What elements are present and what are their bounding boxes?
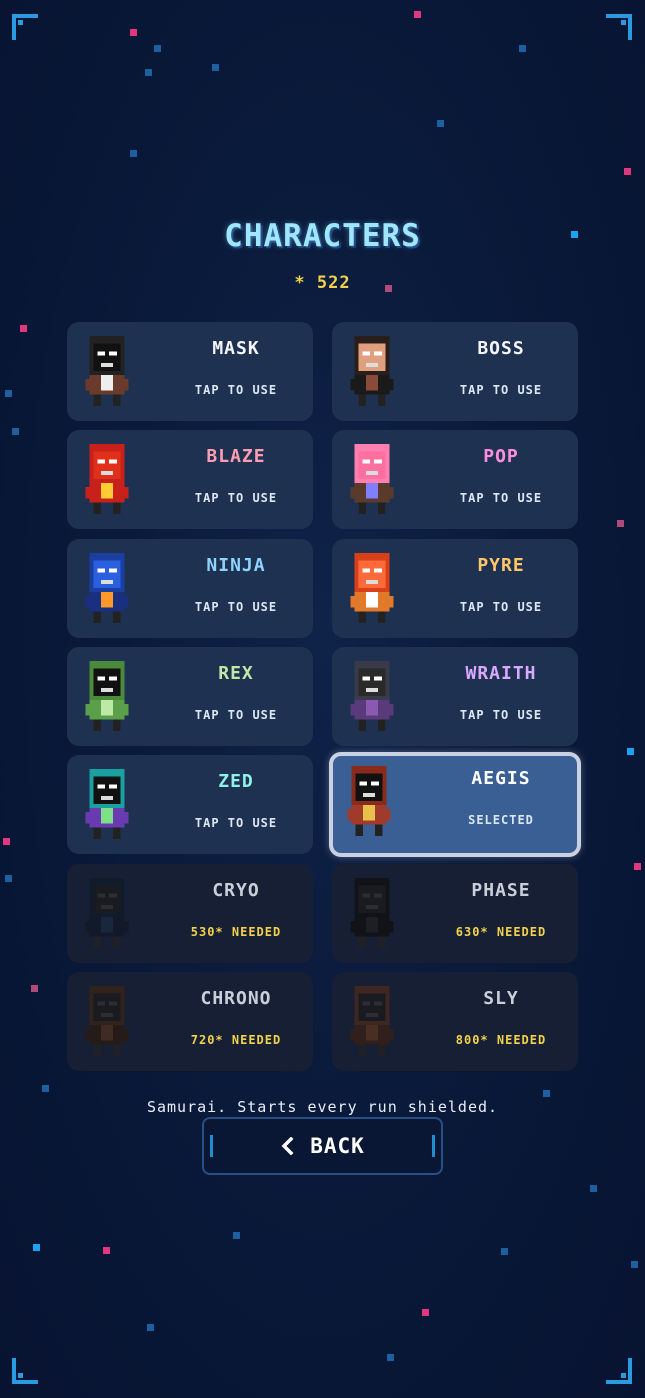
character-name: PYRE: [477, 554, 525, 576]
character-card-blaze[interactable]: BLAZE TAP TO USE: [67, 430, 313, 530]
corner-bracket-bottom-left: [12, 1356, 40, 1384]
character-name: POP: [483, 446, 519, 468]
boss-character-icon: [350, 335, 394, 407]
character-status: TAP TO USE: [194, 816, 278, 831]
phase-character-icon: [350, 877, 394, 948]
character-name: CRYO: [212, 879, 260, 901]
pop-character-icon: [350, 444, 394, 515]
character-name: CHRONO: [200, 987, 272, 1009]
character-status: TAP TO USE: [459, 707, 543, 722]
character-name: NINJA: [206, 554, 266, 576]
character-name: ZED: [218, 771, 254, 793]
character-status: 720* NEEDED: [190, 1032, 282, 1047]
character-card-pop[interactable]: POP TAP TO USE: [332, 430, 578, 530]
sly-character-icon: [350, 985, 394, 1056]
character-card-zed[interactable]: ZED TAP TO USE: [67, 755, 313, 855]
character-name: REX: [218, 662, 254, 684]
character-card-phase[interactable]: PHASE 630* NEEDED: [332, 863, 578, 963]
rex-character-icon: [85, 660, 129, 731]
button-notch-right: [432, 1135, 435, 1157]
character-status: 800* NEEDED: [455, 1032, 547, 1047]
character-card-aegis[interactable]: AEGIS SELECTED: [329, 752, 581, 858]
character-description: Samurai. Starts every run shielded.: [146, 1098, 499, 1116]
character-status: TAP TO USE: [194, 707, 278, 722]
character-card-rex[interactable]: REX TAP TO USE: [67, 646, 313, 746]
ninja-character-icon: [85, 552, 129, 623]
blaze-character-icon: [85, 444, 129, 515]
character-status: TAP TO USE: [459, 491, 543, 506]
character-status: SELECTED: [468, 813, 534, 828]
cryo-character-icon: [85, 877, 129, 948]
character-name: MASK: [212, 338, 260, 359]
mask-character-icon: [85, 335, 129, 407]
character-name: AEGIS: [471, 768, 531, 790]
page-title: CHARACTERS: [224, 218, 421, 254]
character-status: 530* NEEDED: [190, 924, 282, 939]
back-button[interactable]: BACK: [202, 1117, 443, 1175]
character-status: TAP TO USE: [194, 491, 278, 506]
corner-bracket-top-right: [604, 14, 632, 42]
character-card-pyre[interactable]: PYRE TAP TO USE: [332, 538, 578, 638]
corner-bracket-bottom-right: [604, 1356, 632, 1384]
character-status: TAP TO USE: [194, 599, 278, 614]
character-status: TAP TO USE: [194, 383, 278, 397]
wraith-character-icon: [350, 660, 394, 731]
character-status: 630* NEEDED: [455, 924, 547, 939]
corner-bracket-top-left: [12, 14, 40, 42]
character-name: BOSS: [477, 338, 525, 359]
character-name: BLAZE: [206, 446, 266, 468]
aegis-character-icon: [347, 766, 391, 837]
character-card-ninja[interactable]: NINJA TAP TO USE: [67, 538, 313, 638]
character-status: TAP TO USE: [459, 599, 543, 614]
back-button-label: BACK: [310, 1134, 365, 1158]
coin-balance: * 522: [294, 273, 351, 293]
character-status: TAP TO USE: [459, 383, 543, 397]
pyre-character-icon: [350, 552, 394, 623]
character-card-wraith[interactable]: WRAITH TAP TO USE: [332, 646, 578, 746]
zed-character-icon: [85, 769, 129, 840]
character-card-chrono[interactable]: CHRONO 720* NEEDED: [67, 971, 313, 1071]
character-name: SLY: [483, 987, 519, 1009]
character-name: PHASE: [471, 879, 531, 901]
character-card-mask[interactable]: MASK TAP TO USE: [67, 322, 313, 421]
character-card-boss[interactable]: BOSS TAP TO USE: [332, 322, 578, 421]
character-name: WRAITH: [465, 662, 537, 684]
chrono-character-icon: [85, 985, 129, 1056]
character-card-cryo[interactable]: CRYO 530* NEEDED: [67, 863, 313, 963]
button-notch-left: [210, 1135, 213, 1157]
character-card-sly[interactable]: SLY 800* NEEDED: [332, 971, 578, 1071]
chevron-left-icon: [281, 1137, 294, 1155]
